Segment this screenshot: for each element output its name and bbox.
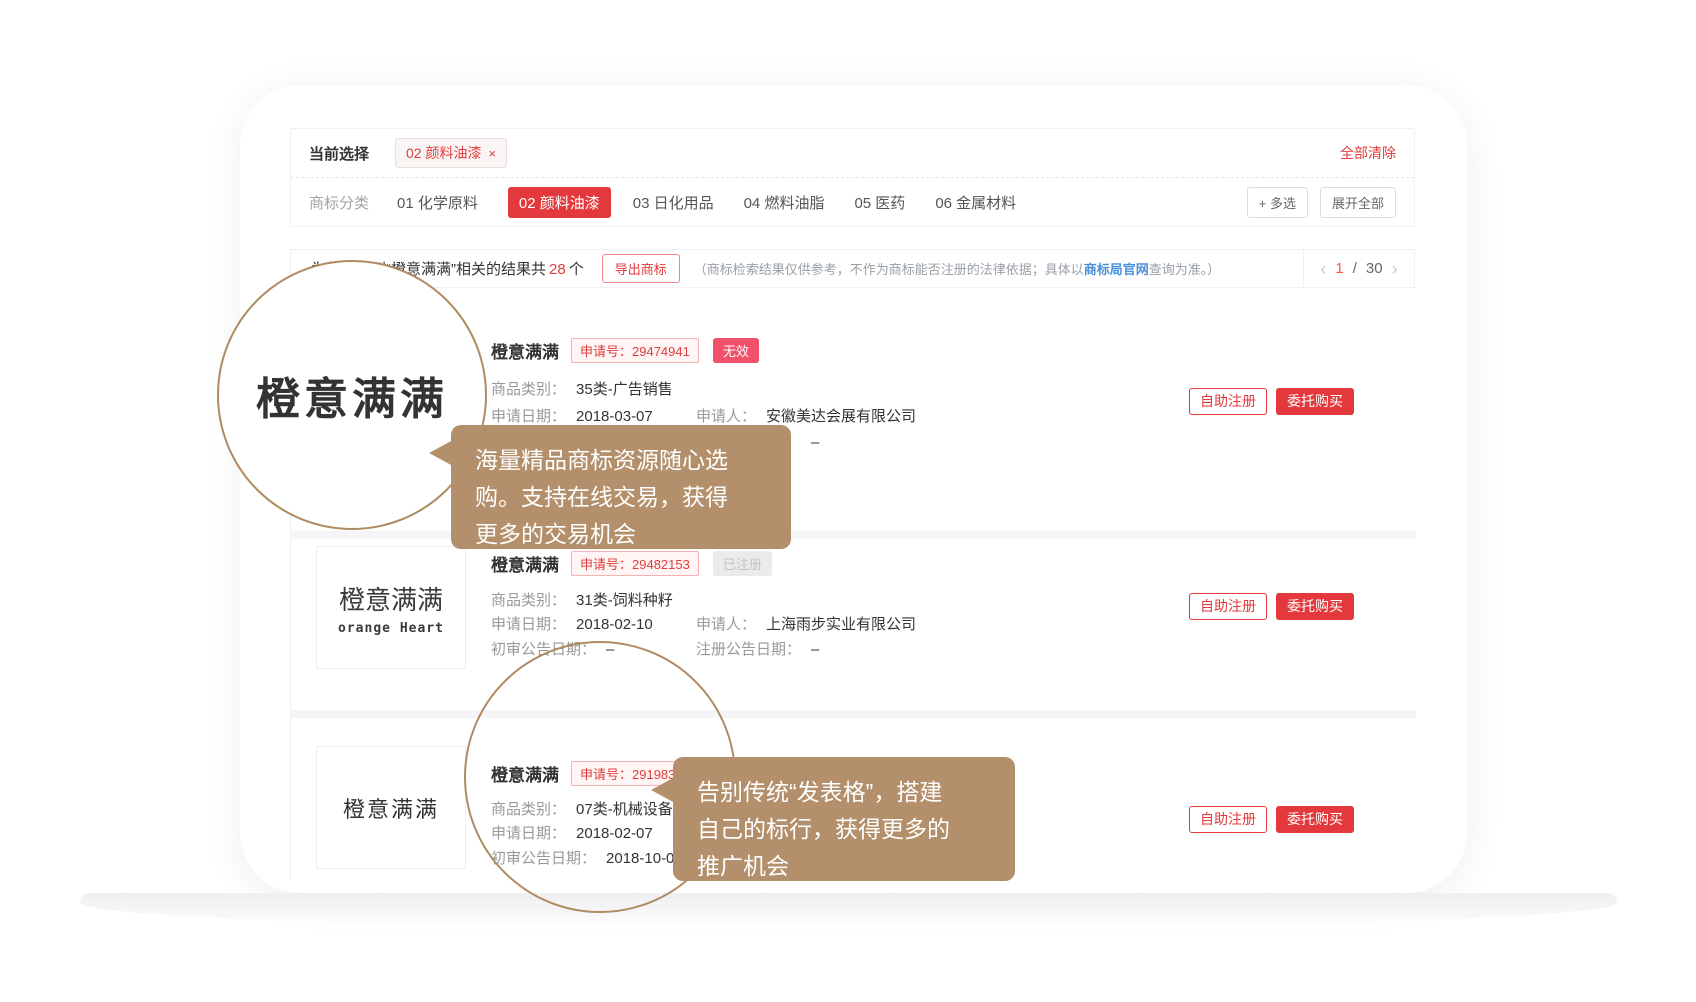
expand-all-button[interactable]: 展开全部: [1320, 187, 1396, 218]
category-field-value: 35类-广告销售: [576, 381, 673, 398]
application-number-value: 29482153: [632, 557, 690, 572]
reg-pub-value: –: [811, 641, 819, 658]
apply-date-value: 2018-02-10: [576, 616, 653, 633]
close-icon[interactable]: ×: [488, 147, 496, 160]
row-divider: [291, 710, 1416, 718]
apply-date-label: 申请日期：: [491, 408, 566, 425]
category-field-value: 31类-饲料种籽: [576, 592, 673, 609]
category-item-02-selected[interactable]: 02 颜料油漆: [508, 187, 611, 218]
application-number-tag: 申请号：29474941: [571, 338, 699, 363]
chevron-left-icon[interactable]: ‹: [1320, 260, 1326, 278]
export-trademarks-button[interactable]: 导出商标: [602, 254, 680, 283]
category-row: 商标分类 01 化学原料 02 颜料油漆 03 日化用品 04 燃料油脂 05 …: [291, 178, 1414, 227]
chevron-right-icon[interactable]: ›: [1392, 260, 1398, 278]
trademark-image: 橙意满满: [316, 746, 466, 869]
pagination-separator: /: [1353, 260, 1357, 277]
pagination: ‹ 1 / 30 ›: [1303, 250, 1414, 287]
applicant-label: 申请人：: [696, 408, 756, 425]
self-register-button[interactable]: 自助注册: [1189, 806, 1267, 833]
trademark-image-text: 橙意满满: [339, 580, 443, 617]
status-badge: 无效: [713, 338, 759, 363]
reg-pub-value: –: [811, 434, 819, 451]
reg-pub-label: 注册公告日期：: [696, 641, 801, 658]
pagination-total: 30: [1366, 260, 1383, 277]
category-line: 商品类别： 35类-广告销售: [491, 378, 673, 399]
entrust-buy-button[interactable]: 委托购买: [1276, 388, 1354, 415]
entrust-buy-button[interactable]: 委托购买: [1276, 806, 1354, 833]
apply-date-line: 申请日期： 2018-02-10: [491, 613, 653, 634]
trademark-office-link[interactable]: 商标局官网: [1084, 262, 1149, 277]
category-label: 商标分类: [309, 192, 369, 213]
trademark-image-subtext: orange Heart: [338, 621, 444, 636]
clear-all-button[interactable]: 全部清除: [1340, 143, 1396, 163]
category-field-label: 商品类别：: [491, 592, 566, 609]
window-base-shadow: [80, 893, 1617, 925]
apply-date-label: 申请日期：: [491, 616, 566, 633]
filter-panel: 当前选择 02 颜料油漆 × 全部清除 商标分类 01 化学原料 02 颜料油漆…: [290, 128, 1415, 227]
results-header: 为您检索到“橙意满满”相关的结果共28个 导出商标 （商标检索结果仅供参考，不作…: [291, 250, 1414, 288]
category-item-06[interactable]: 06 金属材料: [935, 192, 1016, 213]
category-item-03[interactable]: 03 日化用品: [633, 192, 714, 213]
category-field-label: 商品类别：: [491, 381, 566, 398]
selected-filter-tag-label: 02 颜料油漆: [406, 143, 481, 163]
apply-date-value: 2018-03-07: [576, 408, 653, 425]
row-title-line: 橙意满满 申请号：29474941 无效: [491, 338, 759, 363]
applicant-line: 申请人： 安徽美达会展有限公司: [696, 405, 916, 426]
row-title-line: 橙意满满 申请号：29482153 已注册: [491, 551, 772, 576]
application-number-label: 申请号：: [580, 344, 632, 359]
applicant-value: 安徽美达会展有限公司: [766, 408, 916, 425]
disclaimer-prefix: （商标检索结果仅供参考，不作为商标能否注册的法律依据；具体以: [694, 262, 1084, 277]
callout-bubble-marketplace: 海量精品商标资源随心选 购。支持在线交易，获得 更多的交易机会: [451, 425, 791, 549]
applicant-label: 申请人：: [696, 616, 756, 633]
results-summary-suffix: 个: [569, 261, 584, 278]
application-number-tag: 申请号：29482153: [571, 551, 699, 576]
trademark-name: 橙意满满: [491, 338, 559, 363]
application-number-label: 申请号：: [580, 557, 632, 572]
page-canvas: 当前选择 02 颜料油漆 × 全部清除 商标分类 01 化学原料 02 颜料油漆…: [0, 0, 1696, 1002]
magnifier-circle-trademark: 橙意满满: [217, 260, 487, 530]
self-register-button[interactable]: 自助注册: [1189, 593, 1267, 620]
current-selection-row: 当前选择 02 颜料油漆 × 全部清除: [291, 129, 1414, 178]
disclaimer-suffix: 查询为准。）: [1149, 262, 1221, 277]
applicant-line: 申请人： 上海雨步实业有限公司: [696, 613, 916, 634]
reg-pub-line: 注册公告日期：–: [696, 638, 819, 659]
trademark-name: 橙意满满: [491, 551, 559, 576]
magnified-trademark-text: 橙意满满: [256, 363, 448, 427]
current-selection-label: 当前选择: [309, 143, 369, 164]
disclaimer-text: （商标检索结果仅供参考，不作为商标能否注册的法律依据；具体以商标局官网查询为准。…: [694, 259, 1221, 278]
trademark-image-text: 橙意满满: [343, 792, 439, 824]
application-number-value: 29474941: [632, 344, 690, 359]
multi-select-button[interactable]: + 多选: [1247, 187, 1308, 218]
category-line: 商品类别： 31类-饲料种籽: [491, 589, 673, 610]
pagination-current: 1: [1335, 260, 1343, 277]
category-item-05[interactable]: 05 医药: [854, 192, 905, 213]
selected-filter-tag[interactable]: 02 颜料油漆 ×: [395, 138, 507, 168]
applicant-value: 上海雨步实业有限公司: [766, 616, 916, 633]
results-count: 28: [549, 261, 566, 278]
result-row-2: 橙意满满 orange Heart 橙意满满 申请号：29482153 已注册 …: [291, 539, 1416, 710]
callout-bubble-promotion: 告别传统“发表格”，搭建 自己的标行，获得更多的 推广机会: [673, 757, 1015, 881]
self-register-button[interactable]: 自助注册: [1189, 388, 1267, 415]
entrust-buy-button[interactable]: 委托购买: [1276, 593, 1354, 620]
apply-date-line: 申请日期： 2018-03-07: [491, 405, 653, 426]
category-item-01[interactable]: 01 化学原料: [397, 192, 478, 213]
trademark-image: 橙意满满 orange Heart: [316, 546, 466, 669]
status-badge: 已注册: [713, 551, 772, 576]
category-item-04[interactable]: 04 燃料油脂: [744, 192, 825, 213]
